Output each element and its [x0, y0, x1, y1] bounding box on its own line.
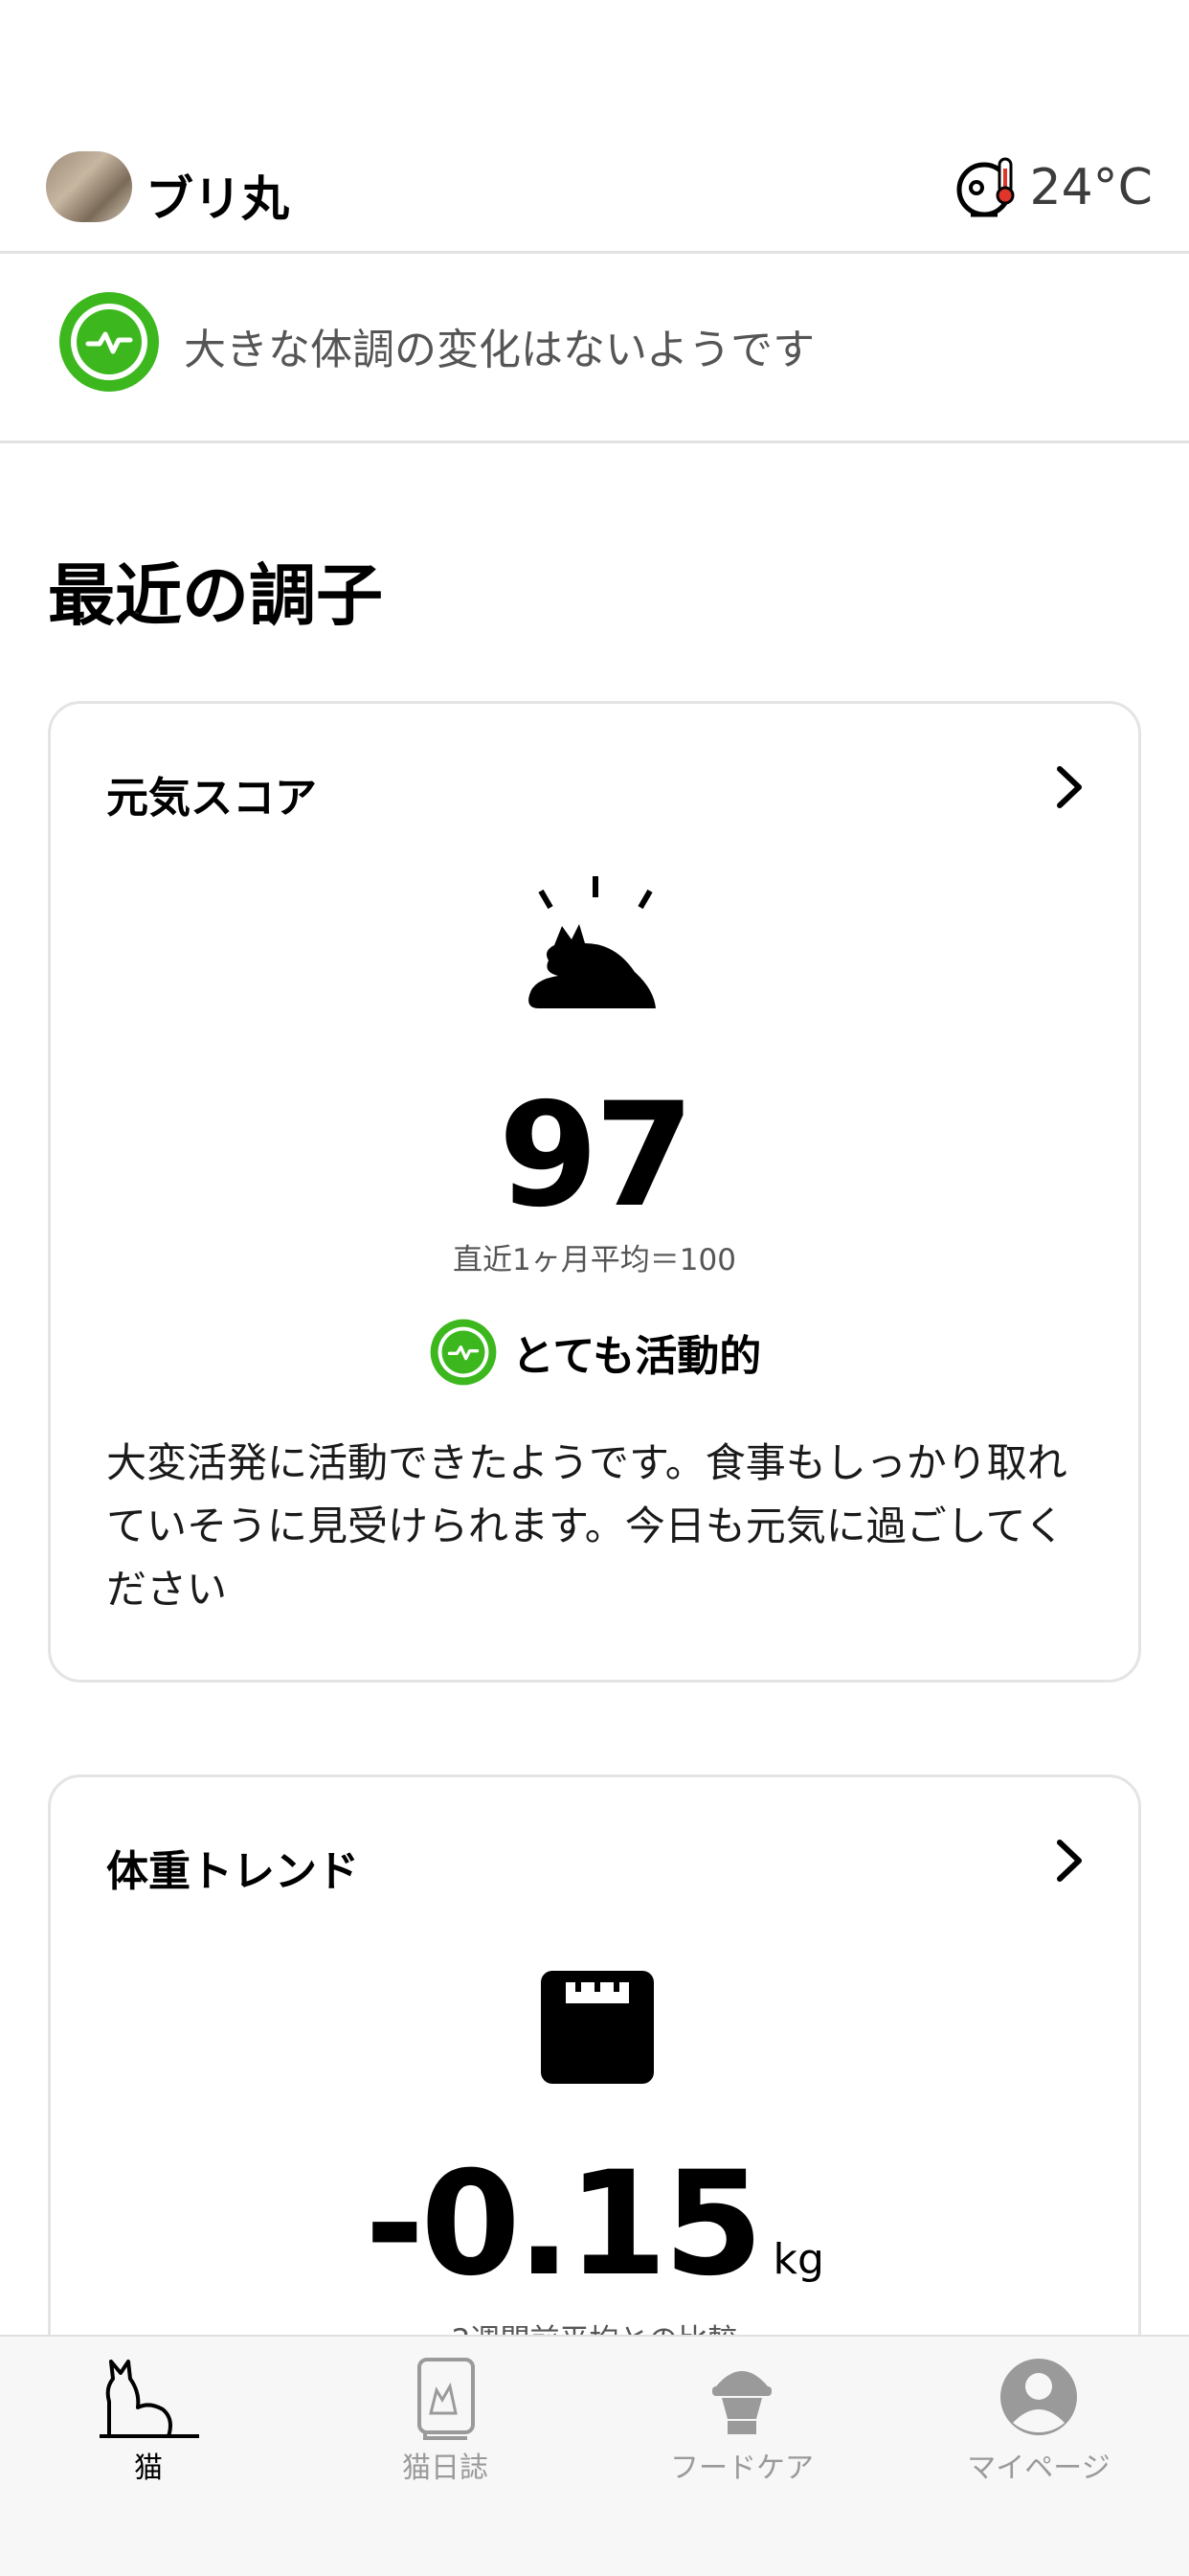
- energy-score-value: 97: [498, 1073, 695, 1239]
- tab-label: フードケア: [670, 2452, 814, 2485]
- activity-level: とても活動的: [51, 1317, 1138, 1388]
- score-average-note: 直近1ヶ月平均＝100: [453, 1243, 736, 1277]
- cat-avatar[interactable]: [46, 151, 132, 222]
- status-message: 大きな体調の変化はないようです: [184, 326, 816, 374]
- health-status-banner[interactable]: 大きな体調の変化はないようです: [0, 254, 1189, 443]
- weight-scale-icon: [541, 1971, 654, 2084]
- weight-change: -0.15 kg: [51, 2141, 1138, 2308]
- energy-score-card[interactable]: 元気スコア 97 直近1ヶ月平均＝100 とても活動的 大変活発に活動できたよう…: [48, 701, 1141, 1683]
- energy-description: 大変活発に活動できたようです。食事もしっかり取れていそうに見受けられます。今日も…: [106, 1439, 1067, 1613]
- thermometer-device-icon: [956, 157, 1015, 217]
- weight-change-value: -0.15: [365, 2141, 763, 2308]
- chevron-right-icon[interactable]: [1050, 1837, 1088, 1885]
- health-pulse-icon: [430, 1319, 497, 1386]
- tab-label: 猫: [134, 2452, 163, 2485]
- diary-icon: [417, 2358, 475, 2440]
- person-icon: [1000, 2359, 1077, 2435]
- card-title: 体重トレンド: [106, 1847, 359, 1896]
- cat-sun-icon: [528, 876, 656, 1008]
- section-title: 最近の調子: [48, 556, 383, 635]
- weight-unit: kg: [773, 2235, 824, 2284]
- tab-food-care[interactable]: フードケア: [594, 2354, 890, 2497]
- room-temperature[interactable]: 24°C: [952, 149, 1153, 226]
- temperature-value: 24°C: [1029, 159, 1153, 216]
- food-bowl-icon: [712, 2371, 772, 2434]
- health-pulse-icon: [59, 292, 159, 392]
- chevron-right-icon[interactable]: [1050, 763, 1088, 811]
- tab-cat[interactable]: 猫: [0, 2354, 297, 2497]
- activity-level-label: とても活動的: [511, 1332, 762, 1381]
- card-title: 元気スコア: [106, 774, 317, 823]
- tab-my-page[interactable]: マイページ: [890, 2354, 1187, 2497]
- tab-label: 猫日誌: [402, 2452, 488, 2485]
- bottom-tab-bar: 猫 猫日誌 フードケア マイページ: [0, 2335, 1189, 2576]
- cat-icon: [100, 2360, 199, 2438]
- header: ブリ丸 24°C: [0, 144, 1189, 254]
- tab-label: マイページ: [967, 2452, 1110, 2485]
- cat-name[interactable]: ブリ丸: [146, 161, 289, 230]
- tab-diary[interactable]: 猫日誌: [297, 2354, 594, 2497]
